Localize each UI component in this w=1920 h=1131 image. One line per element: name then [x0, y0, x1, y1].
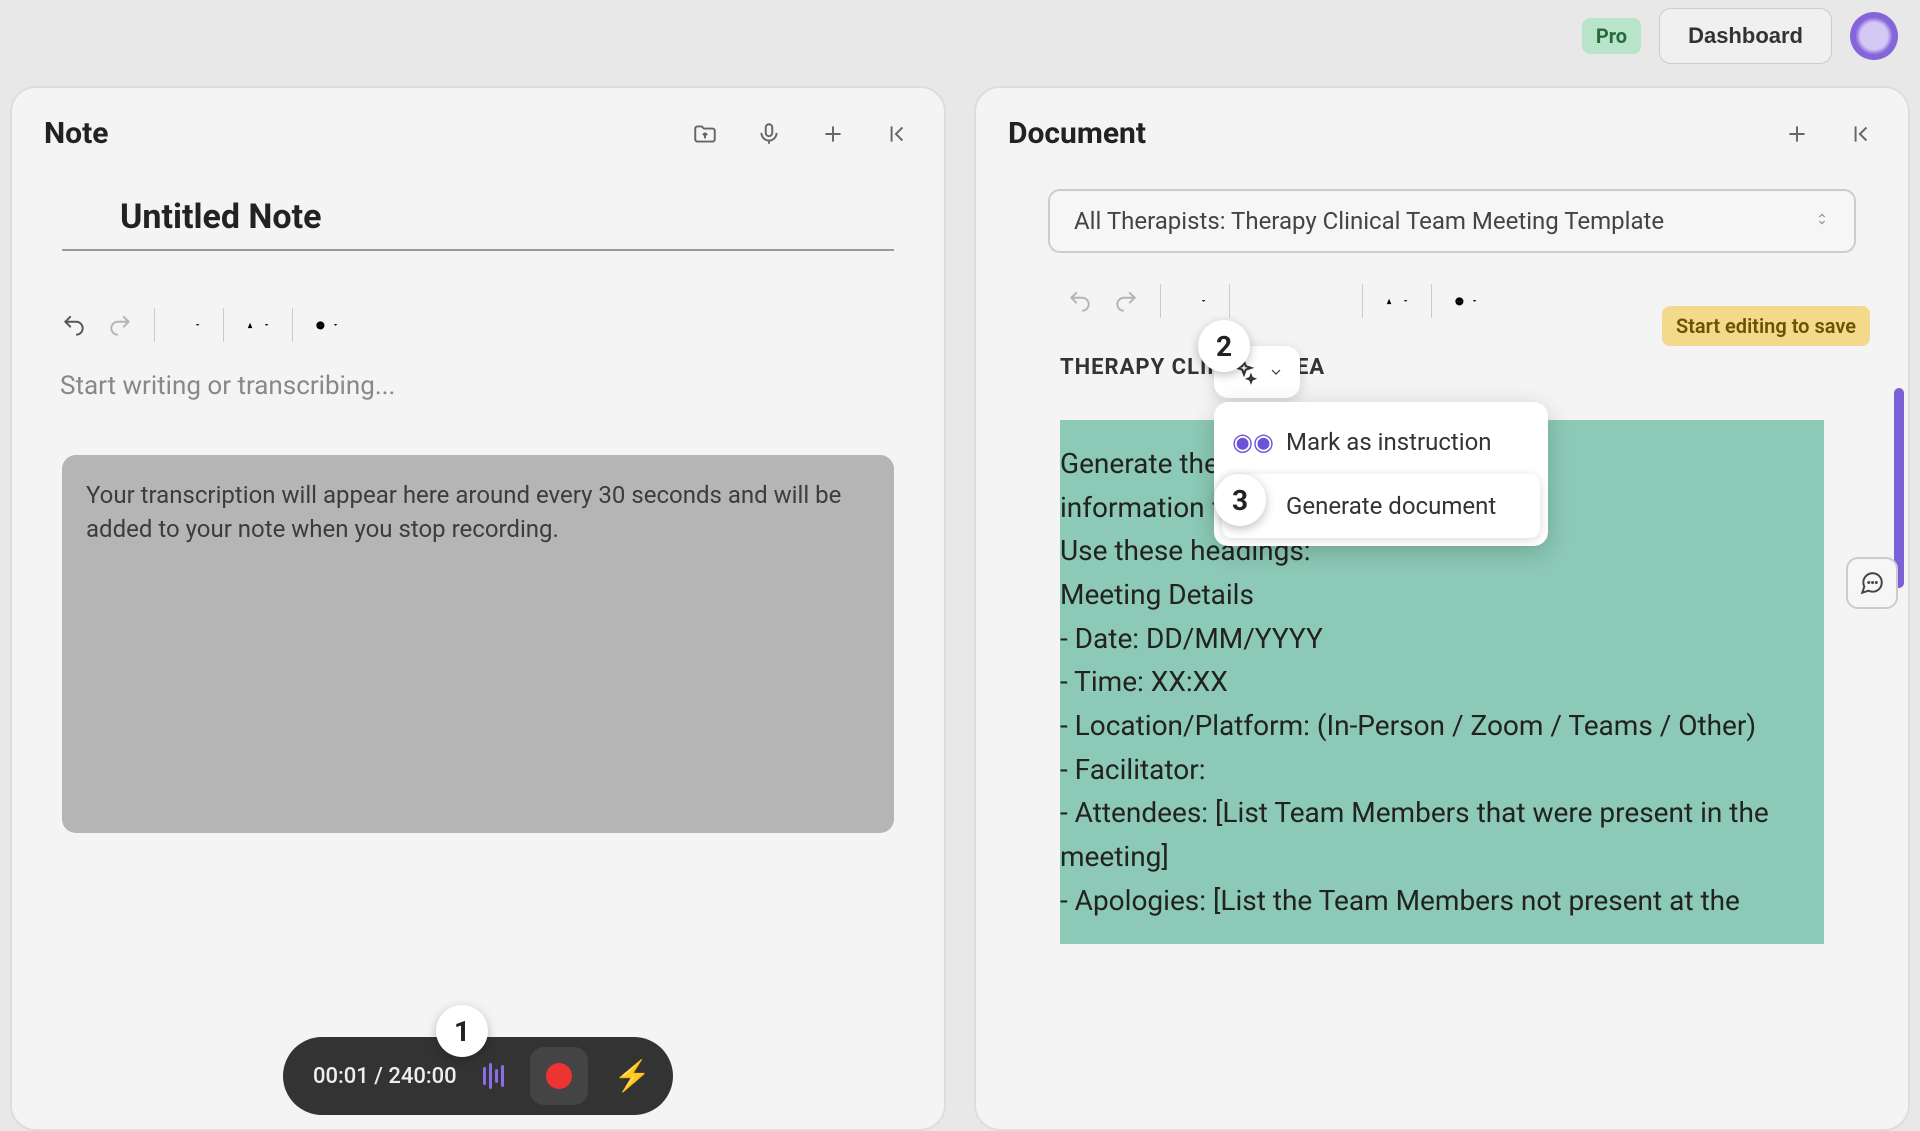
- folder-upload-icon[interactable]: [690, 119, 720, 149]
- doc-line: - Attendees: [List Team Members that wer…: [1060, 791, 1824, 878]
- document-panel: Document All Therapists: Therapy Clinica…: [974, 86, 1910, 1131]
- scrollbar[interactable]: [1894, 388, 1904, 588]
- redo-button[interactable]: [1108, 283, 1144, 319]
- doc-line: Meeting Details: [1060, 573, 1824, 617]
- pro-badge: Pro: [1582, 18, 1641, 54]
- avatar[interactable]: [1850, 12, 1898, 60]
- list-format-button[interactable]: [171, 307, 207, 343]
- plus-icon[interactable]: [818, 119, 848, 149]
- doc-line: - Location/Platform: (In-Person / Zoom /…: [1060, 704, 1824, 748]
- document-heading: THERAPY CLINICAL TEA: [1060, 355, 1876, 380]
- mic-icon[interactable]: [754, 119, 784, 149]
- template-name: All Therapists: Therapy Clinical Team Me…: [1074, 207, 1664, 235]
- plus-icon[interactable]: [1782, 119, 1812, 149]
- bolt-icon[interactable]: ⚡: [614, 1059, 651, 1094]
- more-options-button[interactable]: [309, 307, 345, 343]
- note-panel-title: Note: [44, 116, 108, 151]
- redo-button[interactable]: [102, 307, 138, 343]
- mark-as-instruction-item[interactable]: ◉◉ Mark as instruction: [1222, 410, 1540, 474]
- doc-line: - Date: DD/MM/YYYY: [1060, 617, 1824, 661]
- undo-button[interactable]: [56, 307, 92, 343]
- note-title-input[interactable]: Untitled Note: [62, 189, 894, 251]
- callout-3: 3: [1214, 474, 1266, 526]
- app-header: Pro Dashboard: [1568, 0, 1912, 72]
- callout-2: 2: [1198, 320, 1250, 372]
- collapse-left-icon[interactable]: [1846, 119, 1876, 149]
- note-panel: Note Untitled Note: [10, 86, 946, 1131]
- doc-line: - Facilitator:: [1060, 748, 1824, 792]
- transcription-box: Your transcription will appear here arou…: [62, 455, 894, 833]
- undo-button[interactable]: [1062, 283, 1098, 319]
- comments-button[interactable]: [1846, 557, 1898, 609]
- mark-instruction-icon: ◉◉: [1238, 428, 1268, 456]
- text-format-button[interactable]: [240, 307, 276, 343]
- dashboard-button[interactable]: Dashboard: [1659, 8, 1832, 64]
- record-button[interactable]: [530, 1047, 588, 1105]
- updown-icon: [1814, 207, 1830, 235]
- ai-dropdown-menu: ◉◉ Mark as instruction ⚡ Generate docume…: [1214, 402, 1548, 546]
- text-format-button[interactable]: [1379, 283, 1415, 319]
- editor-placeholder[interactable]: Start writing or transcribing...: [44, 371, 912, 401]
- collapse-left-icon[interactable]: [882, 119, 912, 149]
- callout-1: 1: [436, 1005, 488, 1057]
- save-hint-badge: Start editing to save: [1662, 306, 1870, 346]
- waveform-icon: [483, 1063, 504, 1089]
- menu-label: Generate document: [1286, 492, 1496, 520]
- doc-line: - Apologies: [List the Team Members not …: [1060, 879, 1824, 923]
- list-format-button[interactable]: [1177, 283, 1213, 319]
- generate-document-item[interactable]: ⚡ Generate document: [1222, 474, 1540, 538]
- recorder-time: 00:01 / 240:00: [313, 1064, 457, 1089]
- template-select[interactable]: All Therapists: Therapy Clinical Team Me…: [1048, 189, 1856, 253]
- doc-line: - Time: XX:XX: [1060, 660, 1824, 704]
- more-options-button[interactable]: [1448, 283, 1484, 319]
- menu-label: Mark as instruction: [1286, 428, 1492, 456]
- document-panel-title: Document: [1008, 116, 1146, 151]
- note-toolbar: [44, 307, 912, 343]
